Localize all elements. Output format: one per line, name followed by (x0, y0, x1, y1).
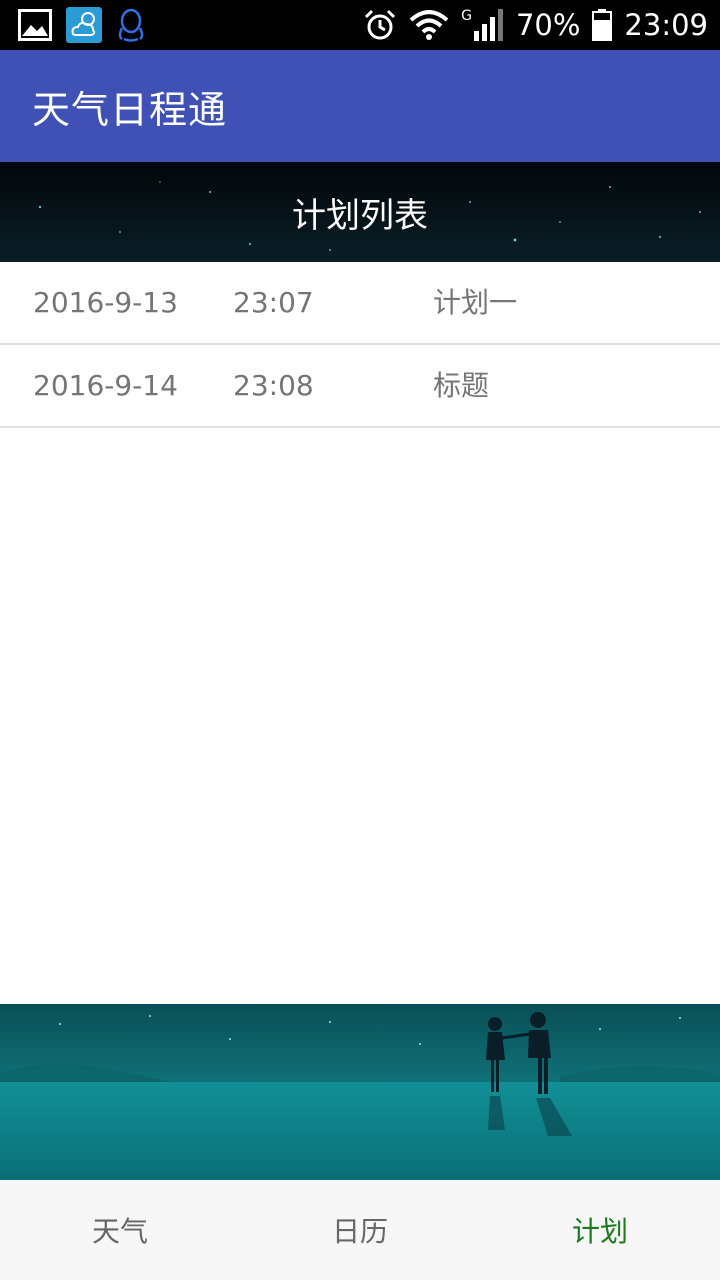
clock: 23:09 (624, 8, 708, 42)
plan-row[interactable]: 2016-9-14 23:08 标题 (0, 345, 720, 428)
weather-app-icon (66, 7, 102, 43)
plan-list: 2016-9-13 23:07 计划一 2016-9-14 23:08 标题 (0, 262, 720, 428)
plan-title: 计划一 (433, 286, 518, 319)
plan-time: 23:07 (233, 286, 314, 319)
status-bar: G 70% 23:09 (0, 0, 720, 50)
tab-plan[interactable]: 计划 (480, 1180, 720, 1280)
battery-percent: 70% (515, 8, 581, 42)
plan-list-title: 计划列表 (292, 195, 428, 236)
app-bar: 天气日程通 (0, 50, 720, 162)
cell-signal-icon: G (461, 9, 504, 41)
plan-list-header: 计划列表 (0, 162, 720, 262)
bottom-tab-bar: 天气 日历 计划 (0, 1180, 720, 1280)
qq-icon (116, 8, 146, 42)
plan-date: 2016-9-14 (33, 369, 178, 402)
alarm-icon (363, 8, 397, 42)
plan-time: 23:08 (233, 369, 314, 402)
scenic-banner-image (0, 1004, 720, 1180)
plan-date: 2016-9-13 (33, 286, 178, 319)
network-type-label: G (461, 8, 472, 24)
plan-title: 标题 (433, 369, 490, 402)
wifi-icon (409, 10, 449, 40)
battery-icon (592, 9, 613, 41)
tab-calendar[interactable]: 日历 (240, 1180, 480, 1280)
app-title: 天气日程通 (32, 87, 228, 132)
plan-row[interactable]: 2016-9-13 23:07 计划一 (0, 262, 720, 345)
tab-weather[interactable]: 天气 (0, 1180, 240, 1280)
gallery-icon (18, 9, 52, 41)
